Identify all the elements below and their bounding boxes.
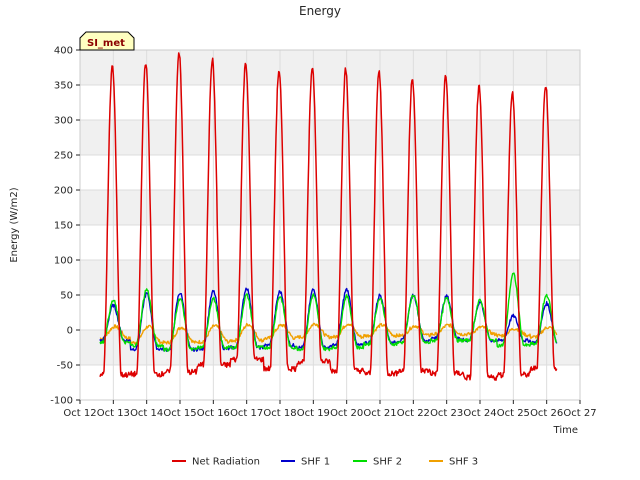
y-tick-label: 50 xyxy=(60,291,73,302)
y-tick-label: 400 xyxy=(54,46,73,57)
legend-label: SHF 1 xyxy=(301,457,330,468)
chart-container: -100 -50 0 50 100 150 200 250 300 350 400 Oct 12 Oc… xyxy=(0,0,640,480)
y-tick-label: 150 xyxy=(54,221,73,232)
grid-band xyxy=(80,120,580,155)
x-tick-label: Oct 17 xyxy=(230,408,263,419)
x-tick-label: Oct 26 xyxy=(530,408,563,419)
y-tick-label: -50 xyxy=(57,361,73,372)
legend: Net Radiation SHF 1 SHF 2 SHF 3 xyxy=(172,457,478,468)
legend-label: SHF 2 xyxy=(373,457,402,468)
site-badge: SI_met xyxy=(79,31,135,51)
y-axis-ticks: -100 -50 0 50 100 150 200 250 300 350 400 xyxy=(50,46,80,407)
x-tick-label: Oct 16 xyxy=(197,408,230,419)
grid-band xyxy=(80,190,580,225)
x-tick-label: Oct 14 xyxy=(130,408,163,419)
x-tick-label: Oct 21 xyxy=(363,408,396,419)
y-tick-label: 0 xyxy=(67,326,73,337)
y-tick-label: 350 xyxy=(54,81,73,92)
x-tick-label: Oct 18 xyxy=(263,408,296,419)
y-tick-label: 300 xyxy=(54,116,73,127)
legend-item-shf-1: SHF 1 xyxy=(281,457,330,468)
grid-band xyxy=(80,260,580,295)
x-tick-label: Oct 20 xyxy=(330,408,363,419)
legend-label: Net Radiation xyxy=(192,457,260,468)
y-tick-label: 250 xyxy=(54,151,73,162)
energy-chart: -100-50050100150200250300350400 Oct 12 Oc… xyxy=(9,4,597,468)
legend-label: SHF 3 xyxy=(449,457,478,468)
x-axis-ticks: Oct 12 Oct 13 Oct 14 Oct 15 Oct 16 Oct 17 Oct … xyxy=(63,400,597,419)
x-tick-label: Oct 25 xyxy=(497,408,530,419)
legend-item-shf-2: SHF 2 xyxy=(353,457,402,468)
x-axis-label: Time xyxy=(553,425,578,436)
site-badge-label: SI_met xyxy=(87,38,125,49)
chart-title: Energy xyxy=(299,4,341,18)
x-tick-label: Oct 27 xyxy=(563,408,596,419)
plot-background-bands xyxy=(80,50,580,365)
legend-item-net-radiation: Net Radiation xyxy=(172,457,260,468)
x-tick-label: Oct 12 xyxy=(63,408,96,419)
y-tick-label: 100 xyxy=(54,256,73,267)
x-tick-label: Oct 13 xyxy=(97,408,130,419)
x-tick-label: Oct 23 xyxy=(430,408,463,419)
y-tick-label: -100 xyxy=(50,396,73,407)
x-tick-label: Oct 22 xyxy=(397,408,430,419)
x-tick-label: Oct 19 xyxy=(297,408,330,419)
y-tick-label: 200 xyxy=(54,186,73,197)
legend-item-shf-3: SHF 3 xyxy=(429,457,478,468)
grid-band xyxy=(80,50,580,85)
y-axis-label: Energy (W/m2) xyxy=(9,187,20,262)
x-tick-label: Oct 24 xyxy=(463,408,496,419)
x-tick-label: Oct 15 xyxy=(163,408,196,419)
